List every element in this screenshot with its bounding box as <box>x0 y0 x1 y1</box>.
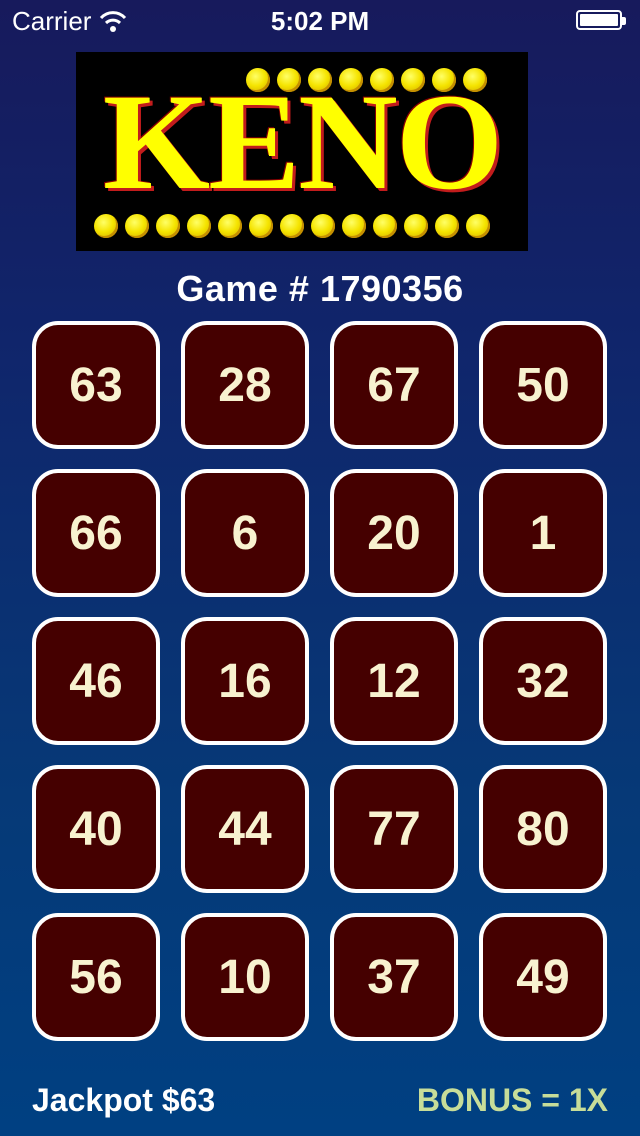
number-tile[interactable]: 6 <box>181 469 309 597</box>
logo-bulb-icon <box>404 214 428 238</box>
number-tile[interactable]: 56 <box>32 913 160 1041</box>
status-time: 5:02 PM <box>270 6 370 36</box>
keno-logo: KENO <box>76 52 528 251</box>
number-tile[interactable]: 12 <box>330 617 458 745</box>
logo-bulb-icon <box>218 214 242 238</box>
game-number-label: Game # 1790356 <box>176 268 464 309</box>
number-tile[interactable]: 50 <box>479 321 607 449</box>
number-tile[interactable]: 66 <box>32 469 160 597</box>
logo-bulb-icon <box>187 214 211 238</box>
number-tile[interactable]: 67 <box>330 321 458 449</box>
number-tile[interactable]: 40 <box>32 765 160 893</box>
logo-bulb-icon <box>94 214 118 238</box>
logo-bulb-icon <box>280 214 304 238</box>
logo-bulb-icon <box>125 214 149 238</box>
number-grid: 63 28 67 50 66 6 20 1 46 16 12 32 40 44 77 80 56 10 37 49 <box>32 321 607 1041</box>
number-tile[interactable]: 49 <box>479 913 607 1041</box>
status-bar: Carrier 5:02 PM <box>0 0 640 40</box>
logo-bulb-icon <box>373 214 397 238</box>
logo-bulb-icon <box>156 214 180 238</box>
number-tile[interactable]: 10 <box>181 913 309 1041</box>
bonus-label: BONUS = 1X <box>416 1082 608 1118</box>
logo-bulb-icon <box>311 214 335 238</box>
number-tile[interactable]: 46 <box>32 617 160 745</box>
number-tile[interactable]: 63 <box>32 321 160 449</box>
logo-bottom-dots <box>94 214 490 238</box>
battery-icon <box>576 10 626 30</box>
jackpot-label: Jackpot $63 <box>32 1082 216 1118</box>
number-tile[interactable]: 37 <box>330 913 458 1041</box>
number-tile[interactable]: 77 <box>330 765 458 893</box>
logo-bulb-icon <box>249 214 273 238</box>
number-tile[interactable]: 28 <box>181 321 309 449</box>
number-tile[interactable]: 80 <box>479 765 607 893</box>
logo-text: KENO <box>102 65 503 218</box>
number-tile[interactable]: 20 <box>330 469 458 597</box>
logo-bulb-icon <box>466 214 490 238</box>
logo-bulb-icon <box>342 214 366 238</box>
number-tile[interactable]: 16 <box>181 617 309 745</box>
number-tile[interactable]: 1 <box>479 469 607 597</box>
logo-bulb-icon <box>435 214 459 238</box>
number-tile[interactable]: 32 <box>479 617 607 745</box>
number-tile[interactable]: 44 <box>181 765 309 893</box>
